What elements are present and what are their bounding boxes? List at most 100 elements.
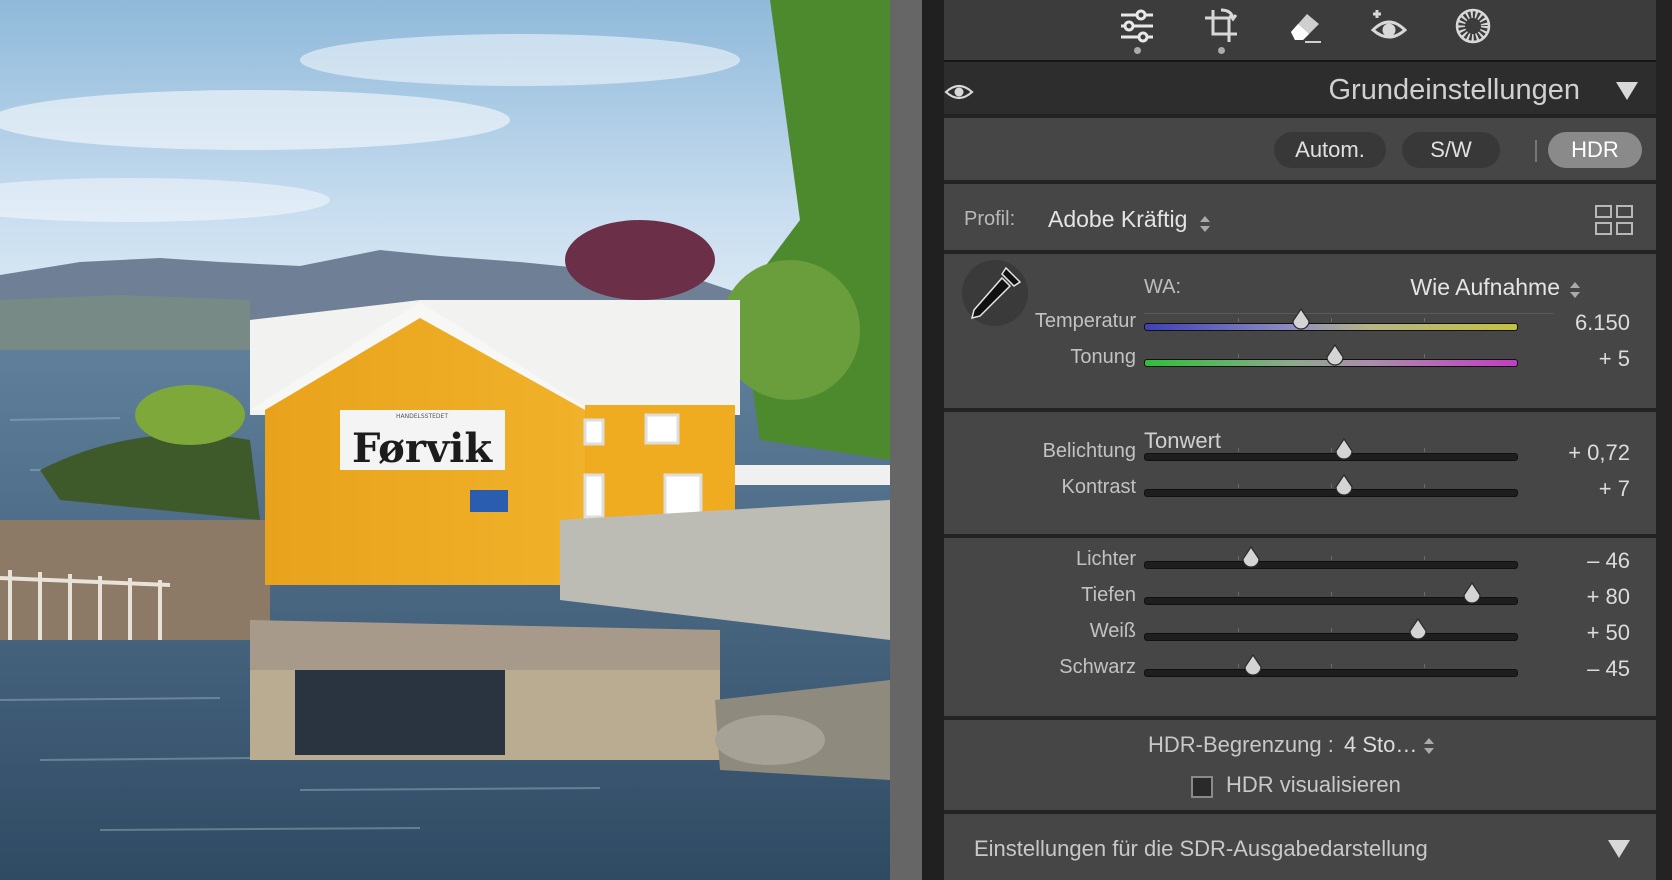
- svg-text:HANDELSSTEDET: HANDELSSTEDET: [396, 413, 448, 420]
- slider-label: Tiefen: [1081, 584, 1136, 606]
- slider-track[interactable]: [1144, 438, 1518, 461]
- wb-label: WA:: [1144, 276, 1182, 298]
- sign-text: Førvik: [352, 425, 493, 472]
- hdr-visualize-checkbox[interactable]: [1191, 776, 1213, 798]
- slider-tick: [1424, 664, 1425, 668]
- hdr-limit-section: HDR-Begrenzung : 4 Sto… HDR visualisiere…: [944, 720, 1656, 810]
- slider-tick: [1424, 448, 1425, 452]
- slider-tick: [1331, 664, 1332, 668]
- basic-panel-header[interactable]: Grundeinstellungen: [944, 62, 1656, 114]
- expand-triangle-icon[interactable]: [1608, 840, 1630, 858]
- profile-updown-icon[interactable]: [1200, 216, 1210, 232]
- profile-select[interactable]: Adobe Kräftig: [1048, 206, 1187, 233]
- wb-divider: [1144, 313, 1554, 314]
- slider-track[interactable]: [1144, 582, 1518, 605]
- slider-label: Weiß: [1089, 620, 1136, 642]
- eye-icon[interactable]: [944, 82, 974, 102]
- auto-button[interactable]: Autom.: [1274, 132, 1386, 168]
- slider-track[interactable]: [1144, 308, 1518, 331]
- slider-label: Tonung: [1070, 346, 1136, 368]
- presence-tone-section: Lichter – 46 Tiefen + 80 Weiß + 50 Schwarz – 45: [944, 538, 1656, 716]
- hdr-limit-select[interactable]: 4 Sto…: [1344, 732, 1417, 758]
- treatment-modes: Autom. S/W HDR: [944, 118, 1656, 180]
- slider-value[interactable]: + 0,72: [1568, 440, 1630, 466]
- slider-label: Lichter: [1075, 548, 1136, 570]
- slider-tick: [1238, 354, 1239, 358]
- slider-value[interactable]: + 80: [1587, 584, 1630, 610]
- panel-gutter: [922, 0, 944, 880]
- slider-label: Schwarz: [1059, 656, 1136, 678]
- slider-tick: [1424, 318, 1425, 322]
- profile-browser-icon[interactable]: [1594, 204, 1634, 236]
- active-dot: [1134, 47, 1141, 54]
- crop-button[interactable]: [1196, 0, 1246, 54]
- slider-tick: [1238, 592, 1239, 596]
- slider-tick: [1424, 354, 1425, 358]
- slider-tick: [1331, 318, 1332, 322]
- slider-tick: [1238, 628, 1239, 632]
- slider-tick: [1331, 628, 1332, 632]
- profile-label: Profil:: [964, 208, 1016, 230]
- slider-label: Belichtung: [1042, 440, 1136, 462]
- slider-tick: [1331, 448, 1332, 452]
- edit-sliders-button[interactable]: [1112, 0, 1162, 54]
- slider-value[interactable]: + 50: [1587, 620, 1630, 646]
- hdr-limit-label: HDR-Begrenzung :: [1148, 732, 1334, 757]
- slider-thumb[interactable]: [1334, 474, 1354, 498]
- slider-thumb[interactable]: [1462, 582, 1482, 606]
- sdr-output-section[interactable]: Einstellungen für die SDR-Ausgabedarstel…: [944, 814, 1656, 880]
- slider-tick: [1238, 484, 1239, 488]
- slider-value[interactable]: + 7: [1599, 476, 1630, 502]
- slider-label: Temperatur: [1034, 310, 1136, 332]
- collapse-triangle-icon[interactable]: [1616, 82, 1638, 100]
- redeye-icon: [1370, 10, 1408, 39]
- slider-tick: [1424, 556, 1425, 560]
- slider-track[interactable]: [1144, 474, 1518, 497]
- mode-separator: [1535, 140, 1537, 162]
- white-balance-section: WA: Wie Aufnahme Temperatur 6.150 Tonung + …: [944, 254, 1656, 408]
- slider-thumb[interactable]: [1334, 438, 1354, 462]
- slider-thumb[interactable]: [1408, 618, 1428, 642]
- hdr-limit-updown-icon[interactable]: [1424, 738, 1434, 754]
- wb-picker-button[interactable]: [962, 260, 1028, 326]
- slider-track[interactable]: [1144, 618, 1518, 641]
- edit-toolbar: [944, 0, 1656, 62]
- photo-canvas: HANDELSSTEDET Førvik: [0, 0, 890, 880]
- develop-panel: Grundeinstellungen Autom. S/W HDR Profil…: [944, 0, 1672, 880]
- slider-tick: [1238, 664, 1239, 668]
- edit-sliders-icon: [1121, 9, 1153, 43]
- slider-thumb[interactable]: [1241, 546, 1261, 570]
- hdr-visualize-label[interactable]: HDR visualisieren: [1226, 772, 1401, 798]
- bw-button[interactable]: S/W: [1402, 132, 1500, 168]
- eyedropper-icon: [970, 266, 1022, 320]
- slider-thumb[interactable]: [1243, 654, 1263, 678]
- slider-tick: [1331, 592, 1332, 596]
- slider-thumb[interactable]: [1325, 344, 1345, 368]
- photo-preview[interactable]: HANDELSSTEDET Førvik: [0, 0, 890, 880]
- slider-value[interactable]: – 45: [1587, 656, 1630, 682]
- hdr-button[interactable]: HDR: [1548, 132, 1642, 168]
- wb-select[interactable]: Wie Aufnahme: [1410, 274, 1560, 301]
- slider-tick: [1424, 592, 1425, 596]
- slider-track[interactable]: [1144, 344, 1518, 367]
- slider-tick: [1331, 484, 1332, 488]
- profile-row: Profil: Adobe Kräftig: [944, 184, 1656, 250]
- panel-divider[interactable]: [890, 0, 922, 880]
- slider-tick: [1424, 484, 1425, 488]
- redeye-button[interactable]: [1364, 0, 1414, 52]
- tone-label: Tonwert: [1144, 428, 1222, 453]
- slider-tick: [1331, 556, 1332, 560]
- slider-track[interactable]: [1144, 654, 1518, 677]
- slider-thumb[interactable]: [1291, 308, 1311, 332]
- eraser-icon: [1291, 14, 1321, 43]
- eraser-button[interactable]: [1280, 0, 1330, 52]
- slider-value[interactable]: 6.150: [1575, 310, 1630, 336]
- wb-updown-icon[interactable]: [1570, 282, 1580, 298]
- mask-button[interactable]: [1448, 0, 1498, 52]
- slider-value[interactable]: – 46: [1587, 548, 1630, 574]
- slider-value[interactable]: + 5: [1599, 346, 1630, 372]
- sdr-output-label: Einstellungen für die SDR-Ausgabedarstel…: [974, 836, 1428, 861]
- slider-track[interactable]: [1144, 546, 1518, 569]
- slider-label: Kontrast: [1061, 476, 1136, 498]
- slider-tick: [1238, 448, 1239, 452]
